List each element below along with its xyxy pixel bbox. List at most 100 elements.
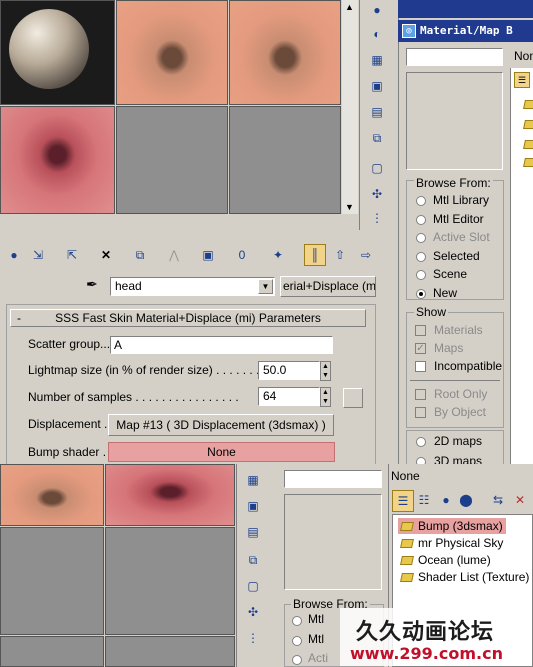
reset-icon[interactable]: ✕ <box>96 245 116 265</box>
name-dropdown-arrow[interactable]: ▼ <box>258 279 273 294</box>
material-slot-5[interactable] <box>116 106 228 214</box>
folder-icon-4 <box>523 158 533 167</box>
browser-search-field[interactable] <box>406 48 503 66</box>
backlight-icon[interactable]: ◐ <box>367 24 387 44</box>
list-view-icon[interactable]: ☰ <box>392 490 414 512</box>
browser-titlebar[interactable]: ◎ Material/Map B <box>398 20 533 42</box>
bump-shader-button[interactable]: None <box>108 442 335 462</box>
rollout-header[interactable]: - SSS Fast Skin Material+Displace (mi) P… <box>10 309 366 327</box>
samples-map-button[interactable] <box>343 388 363 408</box>
put-to-library-icon[interactable]: ▣ <box>198 245 218 265</box>
lightmap-field[interactable]: 50.0 <box>258 361 320 380</box>
go-forward-icon[interactable]: ⇨ <box>356 245 376 265</box>
browse-from-title: Browse From: <box>414 176 493 190</box>
map-list-item[interactable]: Ocean (lume) <box>398 552 491 568</box>
material-effects-icon[interactable]: 0 <box>232 245 252 265</box>
material-slot-4[interactable] <box>0 106 115 214</box>
map-list-item[interactable]: Shader List (Texture) <box>398 569 529 585</box>
lower-slot-1[interactable] <box>0 464 104 526</box>
put-to-scene-icon[interactable]: ⇲ <box>28 245 48 265</box>
update-scene-icon[interactable]: ⇆ <box>488 490 508 510</box>
browser-none-label: None <box>514 49 533 63</box>
lower-navigator-icon[interactable]: ⋮ <box>243 628 263 648</box>
show-map-icon[interactable]: ✦ <box>268 245 288 265</box>
browse-from-label-1: Mtl Editor <box>433 211 484 226</box>
lower-radio-3[interactable] <box>292 655 302 665</box>
lightmap-spinner[interactable]: ▲ ▼ <box>320 361 331 381</box>
pick-material-icon[interactable]: ✒ <box>86 276 98 293</box>
bump-shader-value: None <box>207 445 236 459</box>
map-list-label: Ocean (lume) <box>418 553 491 567</box>
2d-maps-radio[interactable] <box>416 437 426 447</box>
scatter-group-value: A <box>114 338 123 352</box>
folder-icon-2 <box>523 120 533 129</box>
get-material-icon[interactable]: ● <box>4 245 24 265</box>
browse-from-radio-5[interactable] <box>416 288 426 299</box>
select-by-material-icon[interactable]: ✣ <box>367 184 387 204</box>
incompatible-checkbox[interactable] <box>415 361 426 372</box>
lower-select-icon[interactable]: ✣ <box>243 602 263 622</box>
make-unique-icon[interactable]: ⋀ <box>164 245 184 265</box>
uv-tiling-icon[interactable]: ▣ <box>367 76 387 96</box>
background-icon[interactable]: ▦ <box>367 50 387 70</box>
lower-search-field[interactable] <box>284 470 382 488</box>
make-preview-icon[interactable]: ⧉ <box>367 128 387 148</box>
lower-slot-3[interactable] <box>0 527 104 635</box>
lower-radio-label-3: Acti <box>308 651 329 665</box>
root-only-checkbox[interactable] <box>415 389 426 400</box>
delete-icon[interactable]: ✕ <box>510 490 530 510</box>
samples-field[interactable]: 64 <box>258 387 320 406</box>
list-icons-icon[interactable]: ☷ <box>414 490 434 510</box>
large-icons-icon[interactable]: ⬤ <box>456 490 476 510</box>
by-object-checkbox[interactable] <box>415 407 426 418</box>
go-to-parent-icon[interactable]: ⇧ <box>330 245 350 265</box>
map-list-item[interactable]: Bump (3dsmax) <box>398 518 506 534</box>
browser-top-strip <box>398 0 533 18</box>
copy-material-icon[interactable]: ⧉ <box>130 245 150 265</box>
material-name-field[interactable]: head <box>110 277 275 296</box>
material-slot-sphere[interactable] <box>0 0 115 105</box>
scatter-group-field[interactable]: A <box>110 336 333 354</box>
material-slot-6[interactable] <box>229 106 341 214</box>
lower-slot-4[interactable] <box>105 527 235 635</box>
watermark: 久久动画论坛 www.299.com.cn <box>340 608 530 666</box>
lower-slot-6[interactable] <box>105 636 235 667</box>
browse-from-label-0: Mtl Library <box>433 193 490 207</box>
lower-radio-label-2: Mtl <box>308 632 324 646</box>
bump-shader-label: Bump shader . . <box>28 445 113 459</box>
samples-spinner[interactable]: ▲ ▼ <box>320 387 331 407</box>
materials-checkbox[interactable] <box>415 325 426 336</box>
sample-type-icon[interactable]: ● <box>367 0 387 20</box>
show-end-result-icon[interactable]: ║ <box>304 244 326 266</box>
lower-slot-2[interactable] <box>105 464 235 526</box>
video-color-icon[interactable]: ▤ <box>367 102 387 122</box>
lower-uv-tiling-icon[interactable]: ▣ <box>243 496 263 516</box>
lower-slot-5[interactable] <box>0 636 104 667</box>
material-slot-2[interactable] <box>116 0 228 105</box>
browse-from-radio-4[interactable] <box>416 270 426 280</box>
maps-checkbox[interactable]: ✓ <box>415 343 426 354</box>
map-list-item[interactable]: mr Physical Sky <box>398 535 503 551</box>
browse-from-radio-2[interactable] <box>416 233 426 243</box>
small-icons-icon[interactable]: ● <box>436 490 456 510</box>
lower-radio-1[interactable] <box>292 616 302 626</box>
slots-scrollbar[interactable] <box>342 0 358 214</box>
options-icon[interactable]: ▢ <box>367 158 387 178</box>
scroll-down-icon[interactable]: ▼ <box>345 202 354 212</box>
lower-video-color-icon[interactable]: ▤ <box>243 522 263 542</box>
displacement-map-button[interactable]: Map #13 ( 3D Displacement (3dsmax) ) <box>108 414 334 436</box>
browse-from-radio-3[interactable] <box>416 251 426 262</box>
lower-options-icon[interactable]: ▢ <box>243 576 263 596</box>
assign-material-icon[interactable]: ⇱ <box>62 245 82 265</box>
browse-from-radio-0[interactable] <box>416 196 426 206</box>
lower-make-preview-icon[interactable]: ⧉ <box>243 550 263 570</box>
material-slot-3[interactable] <box>229 0 341 105</box>
navigator-icon[interactable]: ⋮ <box>367 208 387 228</box>
lower-background-icon[interactable]: ▦ <box>243 470 263 490</box>
browse-from-radio-1[interactable] <box>416 214 426 225</box>
scroll-up-icon[interactable]: ▲ <box>345 2 354 12</box>
material-type-button[interactable]: erial+Displace (mi) <box>280 276 376 297</box>
map-list-label: Shader List (Texture) <box>418 570 530 584</box>
view-list-icon[interactable]: ☰ <box>514 72 530 88</box>
lower-radio-2[interactable] <box>292 636 302 646</box>
